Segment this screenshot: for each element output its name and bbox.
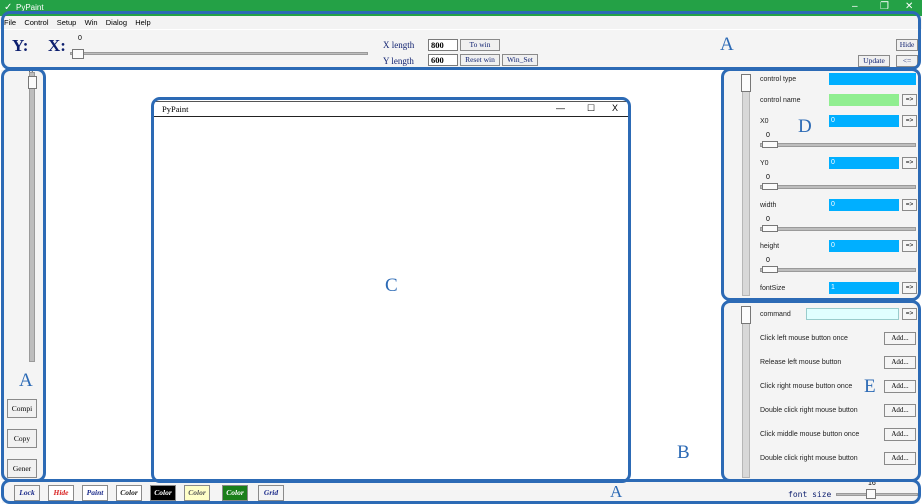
- annotation-box-a-top: [1, 11, 921, 70]
- annotation-box-e: [721, 300, 921, 482]
- annotation-box-a-bottom: [1, 479, 921, 504]
- annotation-letter-c: C: [385, 275, 398, 296]
- annotation-box-a-left: [1, 68, 46, 482]
- annotation-letter-b: B: [677, 442, 690, 463]
- annotation-letter-d: D: [798, 116, 812, 137]
- annotation-letter-a-top: A: [720, 34, 734, 55]
- annotation-letter-a-bottom: A: [610, 482, 623, 501]
- annotation-box-d: [721, 68, 921, 301]
- annotation-letter-a-left: A: [19, 370, 33, 391]
- annotation-letter-e: E: [864, 376, 876, 397]
